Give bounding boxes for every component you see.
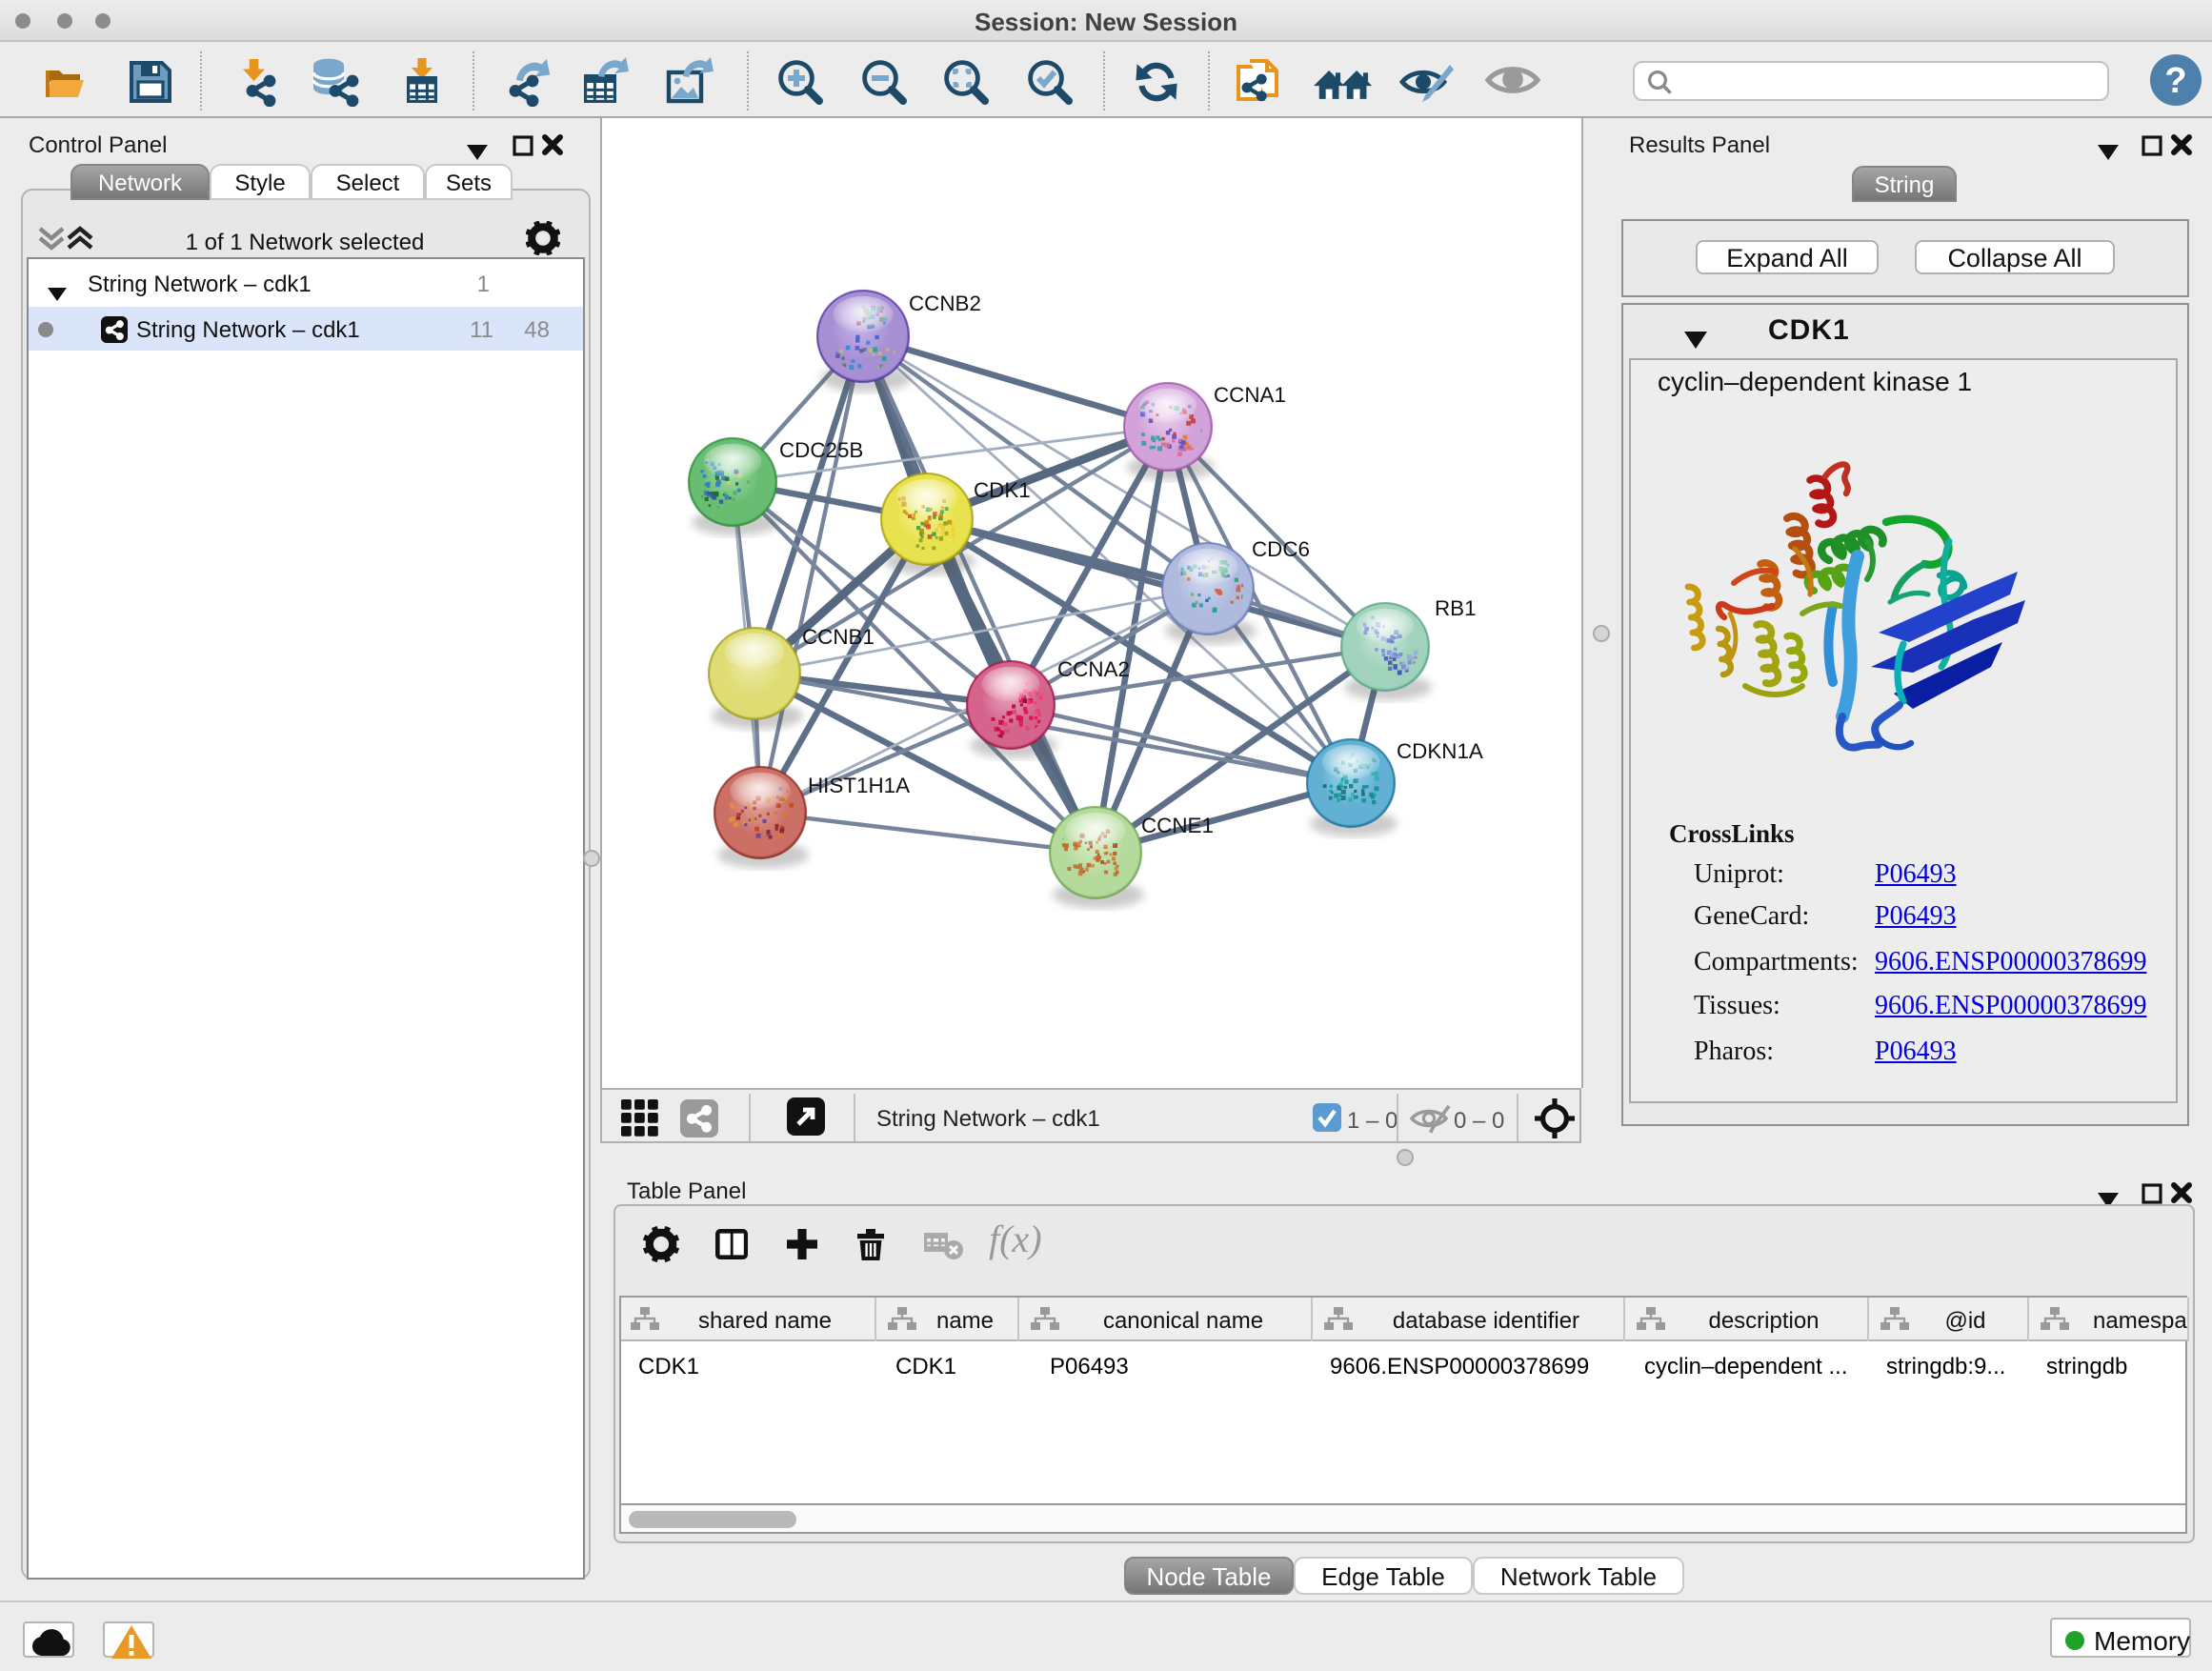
svg-text:CDC6: CDC6 xyxy=(1252,537,1310,561)
svg-text:CCNE1: CCNE1 xyxy=(1141,814,1214,837)
svg-text:CCNA2: CCNA2 xyxy=(1057,657,1130,681)
svg-text:CDC25B: CDC25B xyxy=(779,438,863,462)
svg-text:CDK1: CDK1 xyxy=(974,478,1031,502)
svg-text:RB1: RB1 xyxy=(1435,596,1477,620)
svg-text:CDKN1A: CDKN1A xyxy=(1397,739,1483,763)
svg-text:CCNA1: CCNA1 xyxy=(1214,383,1286,407)
svg-text:CCNB1: CCNB1 xyxy=(802,625,875,649)
svg-text:?: ? xyxy=(2164,61,2186,101)
svg-text:HIST1H1A: HIST1H1A xyxy=(808,774,910,797)
svg-text:CCNB2: CCNB2 xyxy=(909,292,981,315)
